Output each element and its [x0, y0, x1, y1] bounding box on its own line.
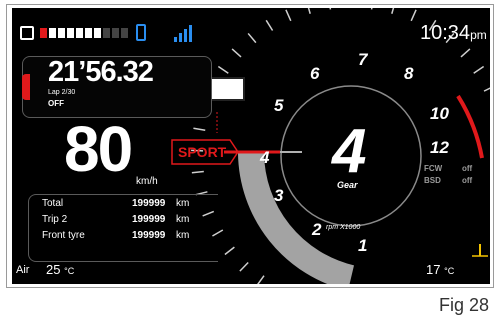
- fcw-label: FCW: [424, 164, 443, 173]
- trip-row-unit: km: [176, 198, 190, 209]
- trip-row-value: 199999: [132, 230, 166, 241]
- tach-tick: [247, 32, 257, 44]
- trip-row-unit: km: [176, 230, 190, 241]
- tach-label: 7: [358, 50, 368, 69]
- gear-value: 4: [332, 117, 367, 186]
- tach-tick: [483, 87, 490, 92]
- tach-tick: [285, 9, 292, 22]
- tach-label: 5: [274, 96, 284, 115]
- fuel-segment: [40, 28, 47, 38]
- fuel-segment: [112, 28, 119, 38]
- fuel-segment: [121, 28, 128, 38]
- signal-bar: [179, 33, 182, 42]
- tach-tick: [391, 8, 395, 14]
- trip-row-value: 199999: [132, 198, 166, 209]
- signal-bar: [174, 37, 177, 42]
- tach-tick: [217, 65, 229, 74]
- tach-label: 4: [260, 148, 270, 167]
- fcw-value: off: [462, 164, 473, 173]
- trip-list: Total 199999 km Trip 2 199999 km Front t…: [42, 198, 222, 246]
- trip-row-label: Front tyre: [42, 230, 85, 241]
- signal-bar: [189, 25, 192, 42]
- tach-tick: [460, 48, 471, 58]
- tach-tick: [224, 246, 235, 256]
- fuel-segment: [67, 28, 74, 38]
- tach-tick: [239, 261, 249, 272]
- speed-value: 80: [64, 113, 133, 185]
- clock-time: 10:34: [420, 22, 471, 44]
- lap-count: Lap 2/30: [48, 89, 76, 96]
- tach-label: 10: [430, 104, 449, 123]
- rpm-unit: rpm X1000: [326, 224, 361, 231]
- fuel-segment: [49, 28, 56, 38]
- fuel-segment: [94, 28, 101, 38]
- trip-row-label: Trip 2: [42, 214, 68, 225]
- lap-status: OFF: [48, 99, 64, 108]
- air-temp: 25 °C: [46, 262, 74, 277]
- fuel-segment: [85, 28, 92, 38]
- tach-tick: [193, 127, 206, 132]
- trip-row: Total 199999 km: [42, 198, 222, 214]
- tach-tick: [307, 8, 311, 14]
- tach-tick: [410, 9, 417, 22]
- bsd-value: off: [462, 176, 473, 185]
- speed-unit: km/h: [136, 176, 158, 187]
- fuel-pump-icon: [20, 26, 34, 40]
- air-label: Air: [16, 264, 30, 276]
- redline-arc: [456, 94, 484, 159]
- tach-tick: [191, 170, 204, 174]
- signal-bar: [184, 29, 187, 42]
- lap-time: 21’56.32: [48, 56, 154, 88]
- air-temp-unit: °C: [64, 266, 75, 276]
- tach-label: 6: [310, 64, 320, 83]
- trip-row-label: Total: [42, 198, 64, 209]
- lap-box-marker: [22, 74, 30, 100]
- figure-caption: Fig 28: [438, 295, 489, 315]
- clock: 10:34pm: [420, 22, 487, 45]
- tach-tick: [265, 19, 274, 31]
- fuel-segment: [58, 28, 65, 38]
- tach-label: 3: [274, 186, 284, 205]
- tach-label: 12: [430, 138, 449, 157]
- trip-row-unit: km: [176, 214, 190, 225]
- gear-label: Gear: [337, 180, 358, 190]
- tach-tick: [329, 8, 332, 10]
- fuel-segment: [76, 28, 83, 38]
- phone-icon: [136, 24, 146, 41]
- tach-tick: [231, 48, 242, 58]
- trip-row-value: 199999: [132, 214, 166, 225]
- clock-suffix: pm: [470, 28, 487, 42]
- coolant-temp-unit: °C: [444, 266, 455, 276]
- tach-label: 2: [312, 220, 322, 239]
- tach-tick: [473, 65, 485, 74]
- coolant-temp: 17 °C: [426, 262, 454, 277]
- tach-label: 8: [404, 64, 414, 83]
- tach-tick: [257, 275, 265, 284]
- tach-label: 1: [358, 236, 368, 255]
- tach-tick: [370, 8, 373, 10]
- trip-row: Trip 2 199999 km: [42, 214, 222, 230]
- coolant-temp-value: 17: [426, 262, 441, 277]
- fuel-segment: [103, 28, 110, 38]
- air-temp-value: 25: [46, 262, 61, 277]
- riding-mode: SPORT: [178, 144, 227, 160]
- trip-row: Front tyre 199999 km: [42, 230, 222, 246]
- bsd-label: BSD: [424, 176, 441, 185]
- dashboard-screen: 10:34pm 21’56.32 Lap 2/30 OFF 80 km/h SP…: [12, 8, 490, 284]
